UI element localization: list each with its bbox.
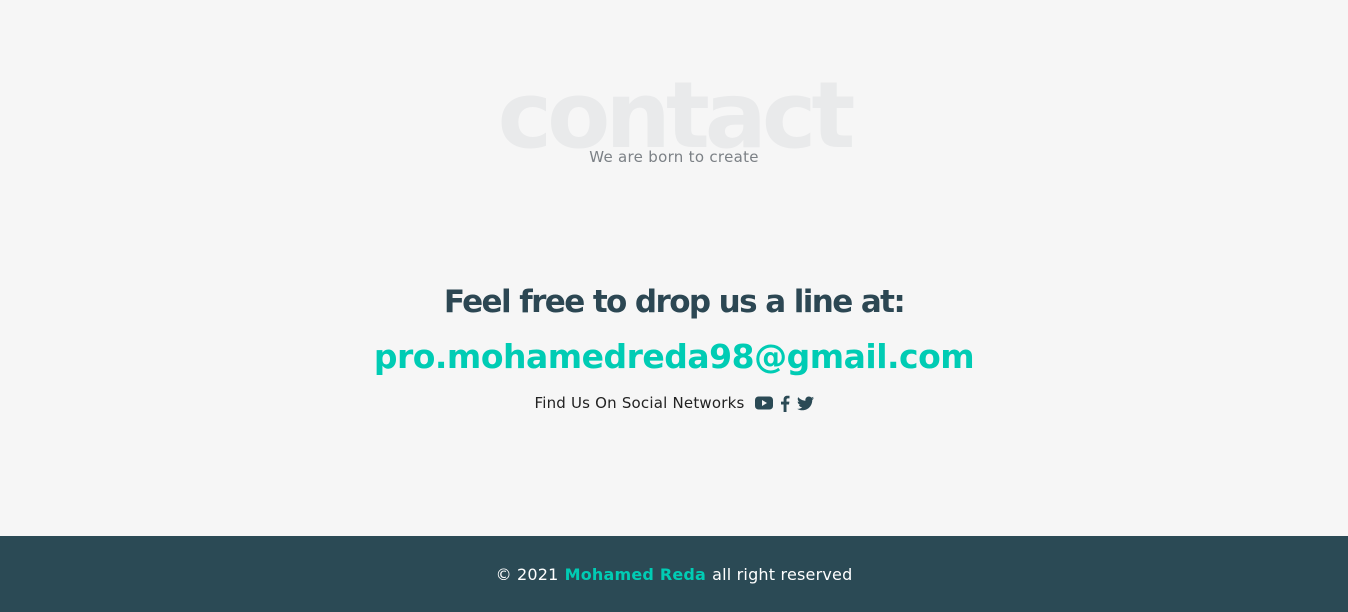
email-link[interactable]: pro.mohamedreda98@gmail.com — [0, 336, 1348, 378]
section-subtitle: We are born to create — [589, 148, 759, 166]
copyright-text: © 2021 — [495, 564, 559, 584]
author-name: Mohamed Reda — [564, 564, 707, 584]
social-networks-label: Find Us On Social Networks — [534, 394, 745, 412]
contact-section: contact We are born to create Feel free … — [0, 0, 1348, 536]
footer: © 2021 Mohamed Reda all right reserved — [0, 536, 1348, 612]
twitter-icon[interactable] — [796, 395, 814, 411]
youtube-icon[interactable] — [754, 396, 773, 410]
social-icons — [754, 395, 814, 412]
social-networks-row: Find Us On Social Networks — [0, 394, 1348, 412]
facebook-icon[interactable] — [780, 395, 790, 412]
rights-text: all right reserved — [712, 564, 853, 584]
contact-headline: Feel free to drop us a line at: — [443, 284, 906, 320]
